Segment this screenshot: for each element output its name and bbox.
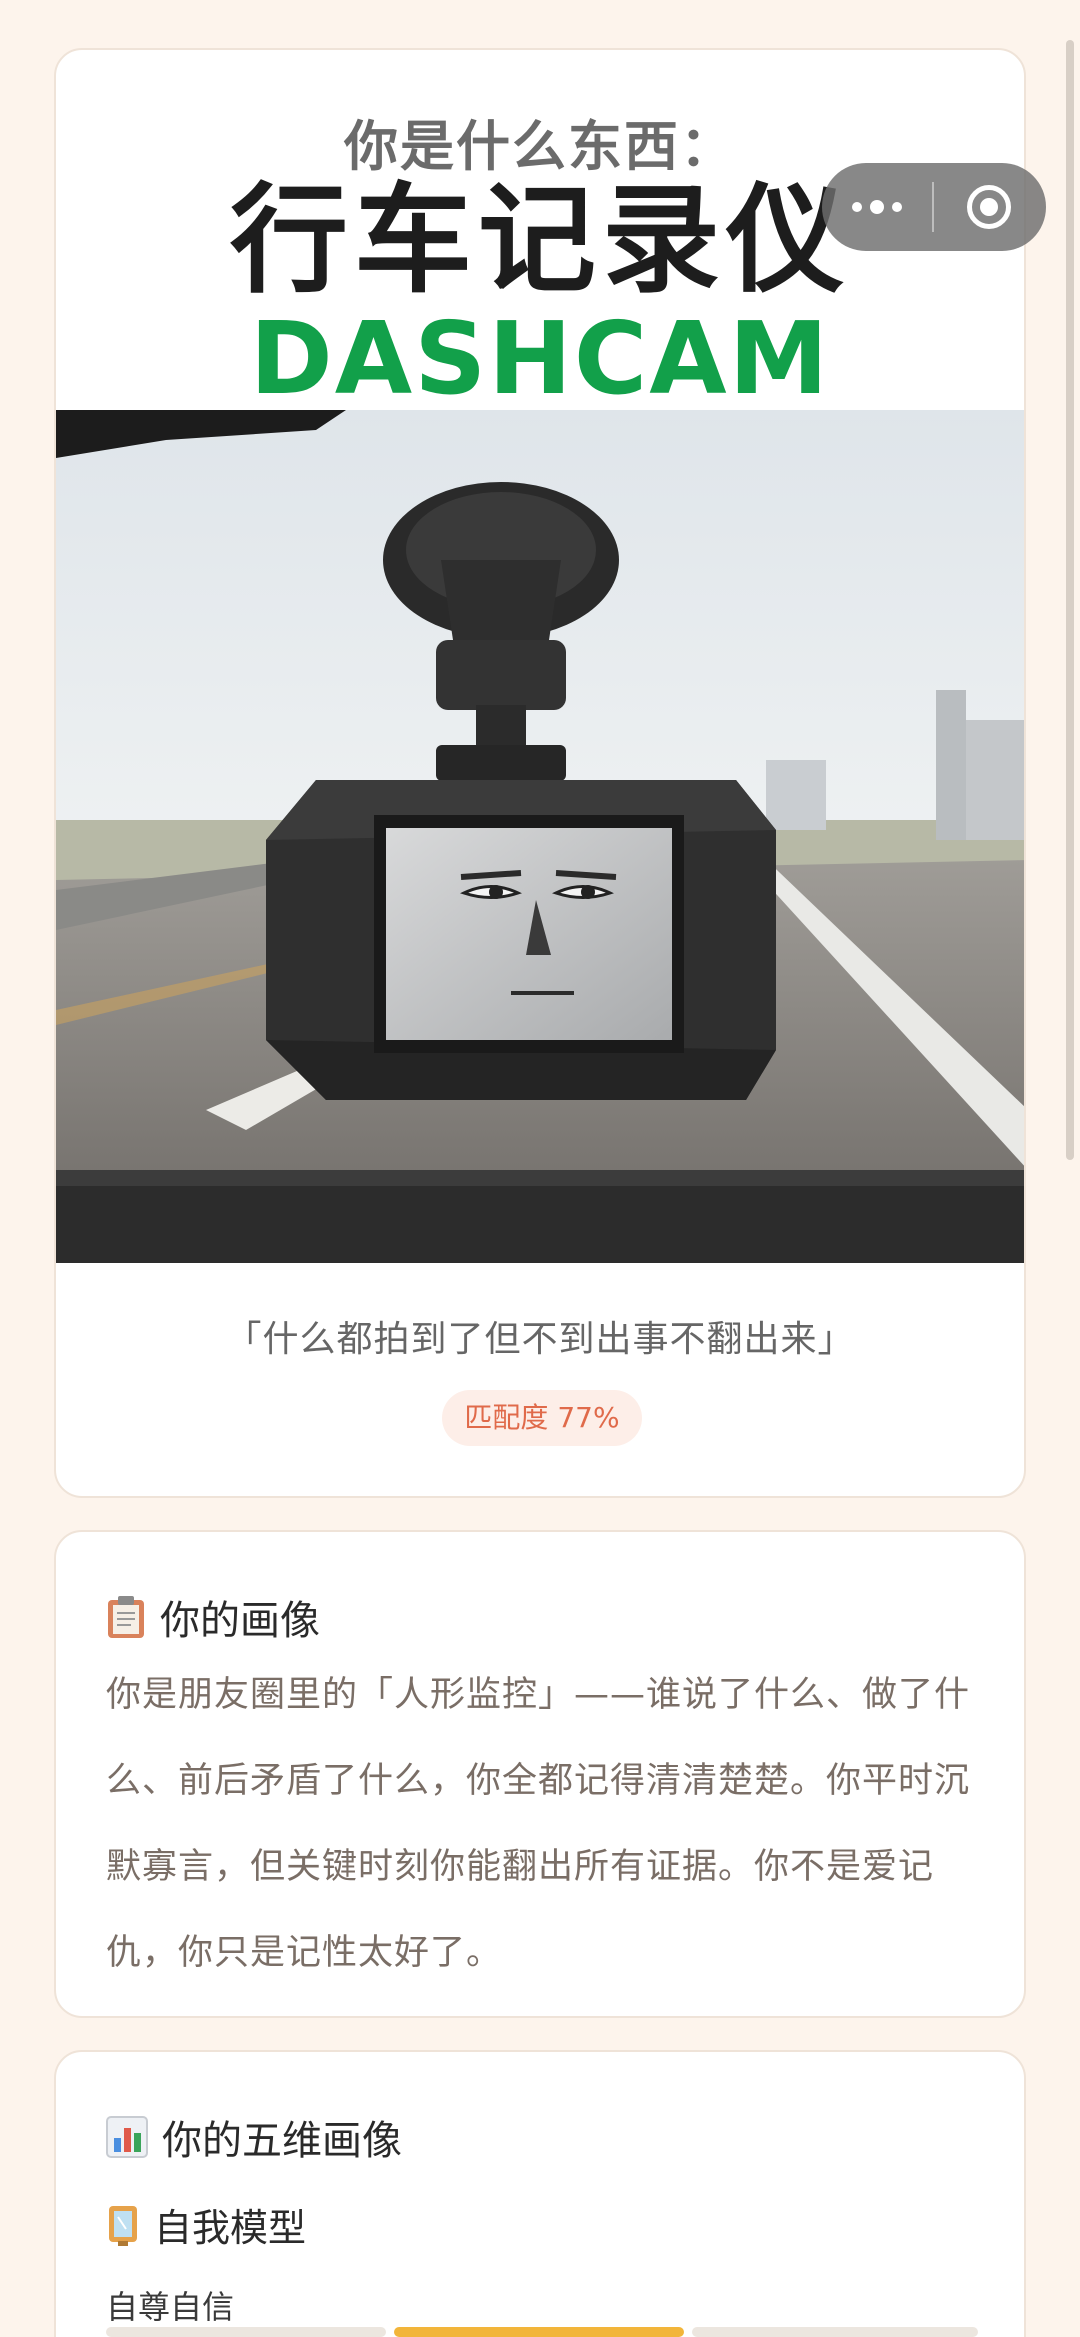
dimension-bar-high	[692, 2327, 978, 2337]
scrollbar[interactable]	[1066, 40, 1074, 1160]
dimensions-heading-label: 你的五维画像	[162, 2118, 402, 2164]
dashcam-illustration	[56, 410, 1024, 1263]
hero-title-en: DASHCAM	[249, 300, 831, 417]
result-hero-card: 你是什么东西： 行车记录仪 DASHCAM 「什么都拍到了但不到出事不翻出来」 …	[54, 48, 1026, 1498]
bar-chart-icon	[106, 2116, 148, 2158]
dimension-bar-mid	[394, 2327, 684, 2337]
portrait-card: 你的画像 你是朋友圈里的「人形监控」——谁说了什么、做了什么、前后矛盾了什么，你…	[54, 1530, 1026, 2018]
dimension-bar-low	[106, 2327, 386, 2337]
dimensions-heading: 你的五维画像	[106, 2108, 402, 2166]
page: 你是什么东西： 行车记录仪 DASHCAM 「什么都拍到了但不到出事不翻出来」 …	[0, 0, 1080, 2337]
close-target-icon[interactable]	[934, 163, 1044, 251]
portrait-text: 你是朋友圈里的「人形监控」——谁说了什么、做了什么、前后矛盾了什么，你全都记得清…	[106, 1675, 971, 1973]
clipboard-icon	[108, 1596, 144, 1638]
portrait-heading-label: 你的画像	[160, 1598, 320, 1644]
self-model-label: 自我模型	[154, 2206, 307, 2250]
match-badge: 匹配度 77%	[442, 1390, 642, 1446]
miniprogram-capsule	[822, 163, 1046, 251]
dimension-item-name: 自尊自信	[106, 2288, 235, 2326]
portrait-heading: 你的画像	[106, 1588, 320, 1646]
hero-quote: 「什么都拍到了但不到出事不翻出来」	[225, 1319, 855, 1360]
self-model-heading: 自我模型	[106, 2197, 306, 2252]
mirror-icon	[109, 2205, 137, 2246]
five-dimensions-card: 你的五维画像 自我模型 自尊自信	[54, 2050, 1026, 2337]
more-dots-icon[interactable]	[822, 163, 932, 251]
